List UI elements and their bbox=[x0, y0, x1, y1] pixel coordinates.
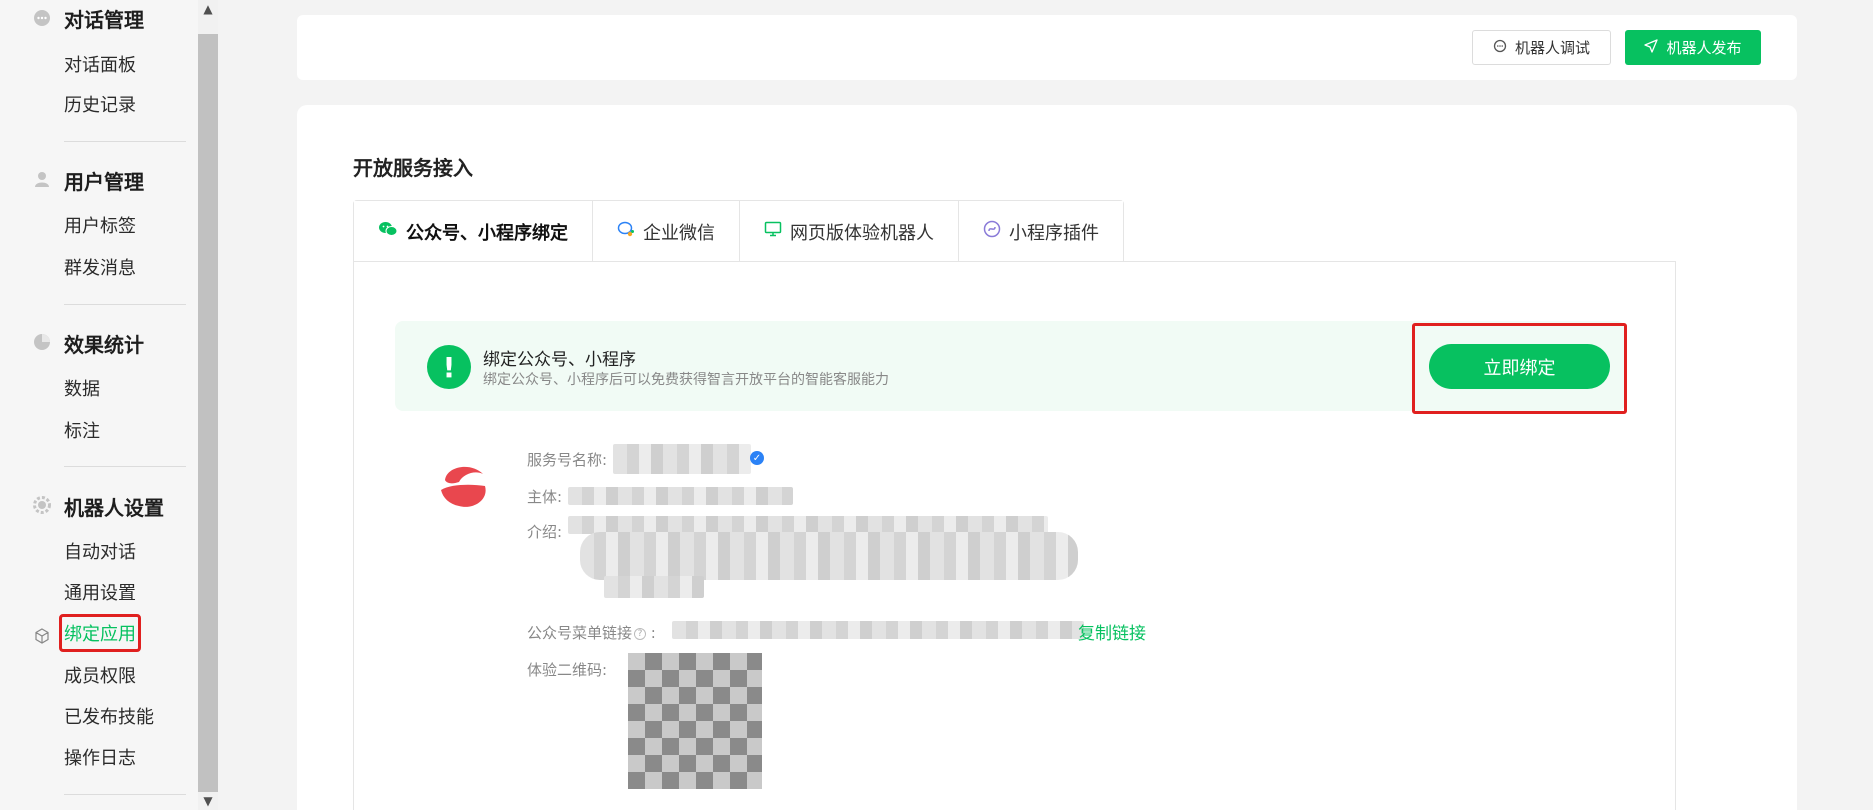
sidebar-group-title: 用户管理 bbox=[64, 170, 144, 194]
robot-publish-label: 机器人发布 bbox=[1666, 39, 1742, 57]
sidebar-item-published-skills[interactable]: 已发布技能 bbox=[64, 706, 154, 730]
sidebar-item-broadcast[interactable]: 群发消息 bbox=[64, 257, 136, 281]
tab-wecom[interactable]: 企业微信 bbox=[593, 201, 740, 262]
pie-chart-icon bbox=[33, 333, 51, 351]
sidebar-item-member-permissions[interactable]: 成员权限 bbox=[64, 665, 136, 689]
highlight-box bbox=[59, 614, 141, 652]
redacted-intro bbox=[604, 576, 704, 598]
divider bbox=[64, 141, 186, 142]
gear-icon bbox=[33, 496, 51, 514]
wecom-icon bbox=[617, 221, 635, 242]
section-title: 开放服务接入 bbox=[353, 156, 473, 180]
sidebar-item-chat-panel[interactable]: 对话面板 bbox=[64, 54, 136, 78]
sidebar-item-data[interactable]: 数据 bbox=[64, 378, 100, 402]
redacted-service-name bbox=[613, 444, 751, 474]
verified-icon: ✓ bbox=[750, 451, 764, 465]
sidebar-item-operation-log[interactable]: 操作日志 bbox=[64, 747, 136, 771]
scroll-down-icon[interactable]: ▼ bbox=[198, 792, 218, 810]
sidebar-group-title: 效果统计 bbox=[64, 333, 144, 357]
sidebar-item-auto-chat[interactable]: 自动对话 bbox=[64, 541, 136, 565]
sidebar: 对话管理 对话面板 历史记录 用户管理 用户标签 群发消息 效果统计 数据 标注… bbox=[0, 0, 198, 810]
sidebar-item-history[interactable]: 历史记录 bbox=[64, 94, 136, 118]
sidebar-group-title: 对话管理 bbox=[64, 8, 144, 32]
tab-label: 公众号、小程序绑定 bbox=[406, 222, 568, 244]
monitor-icon bbox=[764, 221, 782, 242]
scroll-thumb[interactable] bbox=[198, 34, 218, 792]
sidebar-item-user-tags[interactable]: 用户标签 bbox=[64, 215, 136, 239]
divider bbox=[64, 794, 186, 795]
redacted-qr-code bbox=[628, 653, 762, 789]
divider bbox=[64, 466, 186, 467]
cube-icon bbox=[33, 627, 51, 645]
tab-bar: 公众号、小程序绑定 企业微信 网页版体验机器人 小程序插件 bbox=[353, 200, 1124, 262]
account-logo bbox=[437, 460, 491, 512]
copy-link-button[interactable]: 复制链接 bbox=[1078, 619, 1146, 644]
service-name-label: 服务号名称: bbox=[527, 451, 608, 469]
alert-description: 绑定公众号、小程序后可以免费获得智言开放平台的智能客服能力 bbox=[483, 372, 889, 388]
redacted-intro bbox=[580, 532, 1078, 580]
robot-debug-button[interactable]: 机器人调试 bbox=[1472, 30, 1611, 65]
alert-title: 绑定公众号、小程序 bbox=[483, 350, 636, 370]
robot-debug-label: 机器人调试 bbox=[1514, 39, 1590, 57]
wechat-icon bbox=[378, 221, 398, 242]
scroll-up-icon[interactable]: ▲ bbox=[198, 0, 218, 18]
divider bbox=[64, 304, 186, 305]
tab-web-robot[interactable]: 网页版体验机器人 bbox=[740, 201, 959, 262]
tab-official-account-bind[interactable]: 公众号、小程序绑定 bbox=[354, 201, 593, 262]
sidebar-group-title: 机器人设置 bbox=[64, 496, 164, 520]
exclamation-icon: ! bbox=[427, 345, 471, 389]
redacted-menu-link bbox=[672, 621, 1084, 639]
sidebar-scrollbar[interactable]: ▲ ▼ bbox=[198, 0, 218, 810]
help-icon[interactable]: ? bbox=[634, 627, 647, 640]
subject-label: 主体: bbox=[527, 488, 563, 506]
redacted-subject bbox=[568, 487, 793, 505]
robot-publish-button[interactable]: 机器人发布 bbox=[1625, 30, 1761, 65]
chat-icon bbox=[1493, 39, 1507, 57]
tab-miniprogram-plugin[interactable]: 小程序插件 bbox=[959, 201, 1123, 262]
menu-link-label: 公众号菜单链接? : bbox=[527, 624, 656, 642]
chat-bubble-icon bbox=[33, 9, 51, 27]
tab-label: 网页版体验机器人 bbox=[790, 222, 934, 244]
send-icon bbox=[1644, 38, 1659, 57]
tab-label: 小程序插件 bbox=[1009, 222, 1099, 244]
sidebar-item-annotation[interactable]: 标注 bbox=[64, 420, 100, 444]
user-icon bbox=[33, 170, 51, 188]
sidebar-item-general-settings[interactable]: 通用设置 bbox=[64, 582, 136, 606]
intro-label: 介绍: bbox=[527, 523, 563, 541]
highlight-box bbox=[1412, 323, 1627, 414]
miniprogram-icon bbox=[983, 220, 1001, 243]
qr-code-label: 体验二维码: bbox=[527, 661, 608, 679]
tab-label: 企业微信 bbox=[643, 222, 715, 244]
